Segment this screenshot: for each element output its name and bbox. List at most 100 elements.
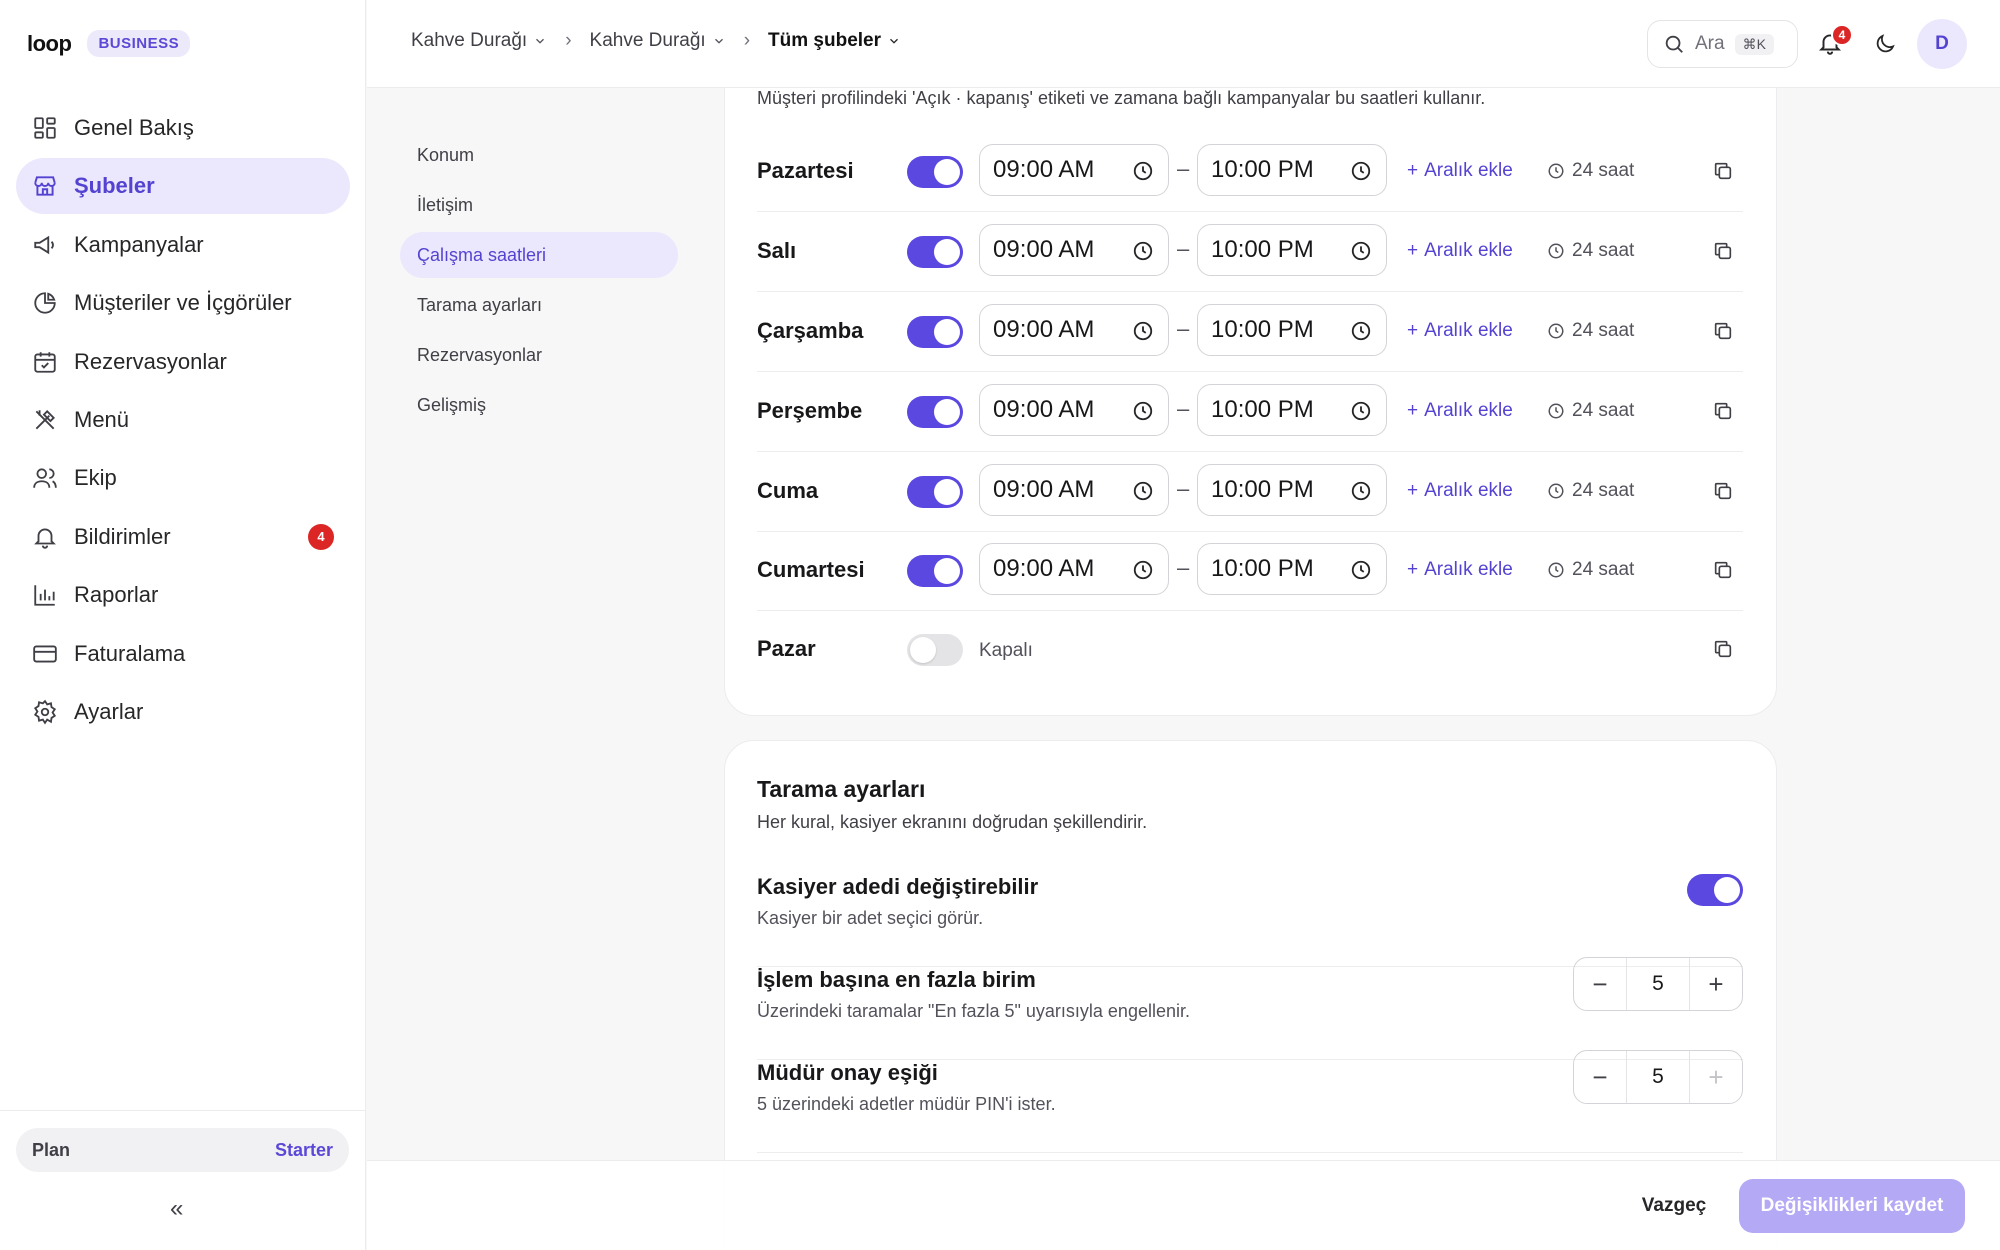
sidebar-item-campaigns[interactable]: Kampanyalar (16, 217, 350, 273)
stepper-value[interactable]: 5 (1626, 958, 1690, 1010)
subnav-item-location[interactable]: Konum (400, 132, 678, 178)
manager-threshold-stepper: − 5 + (1573, 1050, 1743, 1104)
plan-card[interactable]: Plan Starter (16, 1128, 349, 1172)
clock-icon[interactable] (1132, 320, 1154, 349)
breadcrumb-item-brand[interactable]: Kahve Durağı (590, 30, 726, 52)
copy-icon (1714, 482, 1732, 500)
day-open-toggle[interactable] (907, 634, 963, 666)
open-time-input[interactable]: 09:00 AM (979, 144, 1169, 196)
sidebar-item-menu[interactable]: Menü (16, 392, 350, 448)
sidebar-item-billing[interactable]: Faturalama (16, 626, 350, 682)
collapse-sidebar-button[interactable]: « (170, 1195, 183, 1223)
open-time-input[interactable]: 09:00 AM (979, 224, 1169, 276)
add-range-button[interactable]: + Aralık ekle (1407, 480, 1513, 502)
clock-icon[interactable] (1350, 480, 1372, 509)
moon-icon[interactable] (1873, 32, 1897, 56)
cashier-qty-toggle[interactable] (1687, 874, 1743, 906)
breadcrumb-item-branches[interactable]: Tüm şubeler (768, 30, 901, 52)
sidebar-item-overview[interactable]: Genel Bakış (16, 100, 350, 156)
breadcrumb-item-company[interactable]: Kahve Durağı (411, 30, 547, 52)
sidebar-item-customers[interactable]: Müşteriler ve İçgörüler (16, 275, 350, 331)
close-time-input[interactable]: 10:00 PM (1197, 464, 1387, 516)
subnav-item-contact[interactable]: İletişim (400, 182, 678, 228)
sidebar-item-team[interactable]: Ekip (16, 450, 350, 506)
duration-value: 24 saat (1572, 480, 1635, 501)
copy-icon (1714, 322, 1732, 340)
copy-hours-button[interactable] (1712, 638, 1734, 665)
add-range-button[interactable]: + Aralık ekle (1407, 160, 1513, 182)
sidebar-item-notifications[interactable]: Bildirimler 4 (16, 509, 350, 565)
copy-hours-button[interactable] (1712, 400, 1734, 427)
save-changes-button[interactable]: Değişiklikleri kaydet (1739, 1179, 1965, 1233)
stepper-value[interactable]: 5 (1626, 1051, 1690, 1103)
day-open-toggle[interactable] (907, 236, 963, 268)
close-time-input[interactable]: 10:00 PM (1197, 304, 1387, 356)
close-time-input[interactable]: 10:00 PM (1197, 224, 1387, 276)
copy-hours-button[interactable] (1712, 240, 1734, 267)
cancel-button[interactable]: Vazgeç (1622, 1180, 1726, 1232)
clock-icon[interactable] (1350, 160, 1372, 189)
search-button[interactable]: Ara ⌘K (1647, 20, 1798, 68)
duration-label: 24 saat (1547, 240, 1634, 262)
brand[interactable]: loop BUSINESS (27, 30, 191, 57)
open-time-input[interactable]: 09:00 AM (979, 543, 1169, 595)
clock-icon (1548, 163, 1564, 179)
sidebar-item-reservations[interactable]: Rezervasyonlar (16, 334, 350, 390)
copy-icon (1714, 561, 1732, 579)
sidebar-item-label: Ayarlar (74, 698, 144, 724)
close-time-input[interactable]: 10:00 PM (1197, 384, 1387, 436)
clock-icon[interactable] (1132, 559, 1154, 588)
add-range-button[interactable]: + Aralık ekle (1407, 559, 1513, 581)
logo: loop (27, 30, 72, 56)
increment-button[interactable]: + (1690, 958, 1742, 1010)
clock-icon[interactable] (1132, 240, 1154, 269)
subnav-item-working-hours[interactable]: Çalışma saatleri (400, 232, 678, 278)
day-open-toggle[interactable] (907, 316, 963, 348)
sidebar-item-label: Kampanyalar (74, 231, 204, 257)
sidebar-nav: Genel Bakış Şubeler Kampanyalar Müşteril… (16, 100, 350, 742)
close-time-input[interactable]: 10:00 PM (1197, 543, 1387, 595)
setting-title: İşlem başına en fazla birim (757, 967, 1036, 992)
copy-hours-button[interactable] (1712, 320, 1734, 347)
day-open-toggle[interactable] (907, 555, 963, 587)
day-row: Cuma 09:00 AM –10:00 PM + Aralık ekle 24 saat (757, 452, 1743, 532)
search-placeholder: Ara (1695, 33, 1725, 54)
decrement-button[interactable]: − (1574, 958, 1626, 1010)
day-open-toggle[interactable] (907, 156, 963, 188)
day-open-toggle[interactable] (907, 396, 963, 428)
add-range-button[interactable]: + Aralık ekle (1407, 240, 1513, 262)
clock-icon[interactable] (1350, 240, 1372, 269)
sidebar-item-label: Genel Bakış (74, 115, 194, 140)
close-time-input[interactable]: 10:00 PM (1197, 144, 1387, 196)
sidebar-item-label: Ekip (74, 465, 117, 491)
open-time-input[interactable]: 09:00 AM (979, 464, 1169, 516)
chevron-right-icon: › (565, 30, 572, 51)
subnav-item-reservations[interactable]: Rezervasyonlar (400, 332, 678, 378)
open-time-input[interactable]: 09:00 AM (979, 384, 1169, 436)
copy-hours-button[interactable] (1712, 559, 1734, 586)
clock-icon[interactable] (1132, 480, 1154, 509)
sidebar-item-branches[interactable]: Şubeler (16, 158, 350, 215)
clock-icon[interactable] (1132, 400, 1154, 429)
clock-icon[interactable] (1350, 559, 1372, 588)
copy-hours-button[interactable] (1712, 480, 1734, 507)
subnav-item-scan-settings[interactable]: Tarama ayarları (400, 282, 678, 328)
clock-icon[interactable] (1350, 320, 1372, 349)
range-dash: – (1177, 316, 1190, 341)
add-range-button[interactable]: + Aralık ekle (1407, 400, 1513, 422)
subnav-item-advanced[interactable]: Gelişmiş (400, 382, 678, 428)
clock-icon[interactable] (1350, 400, 1372, 429)
setting-description: Kasiyer bir adet seçici görür. (757, 908, 984, 928)
setting-row-max-units: İşlem başına en fazla birim Üzerindeki t… (757, 957, 1743, 1060)
copy-hours-button[interactable] (1712, 160, 1734, 187)
sidebar-item-settings[interactable]: Ayarlar (16, 684, 350, 740)
day-open-toggle[interactable] (907, 476, 963, 508)
increment-button[interactable]: + (1690, 1051, 1742, 1103)
open-time-input[interactable]: 09:00 AM (979, 304, 1169, 356)
clock-icon[interactable] (1132, 160, 1154, 189)
decrement-button[interactable]: − (1574, 1051, 1626, 1103)
add-range-button[interactable]: + Aralık ekle (1407, 320, 1513, 342)
time-value: 10:00 PM (1211, 156, 1314, 183)
avatar[interactable]: D (1917, 19, 1967, 69)
sidebar-item-reports[interactable]: Raporlar (16, 567, 350, 623)
